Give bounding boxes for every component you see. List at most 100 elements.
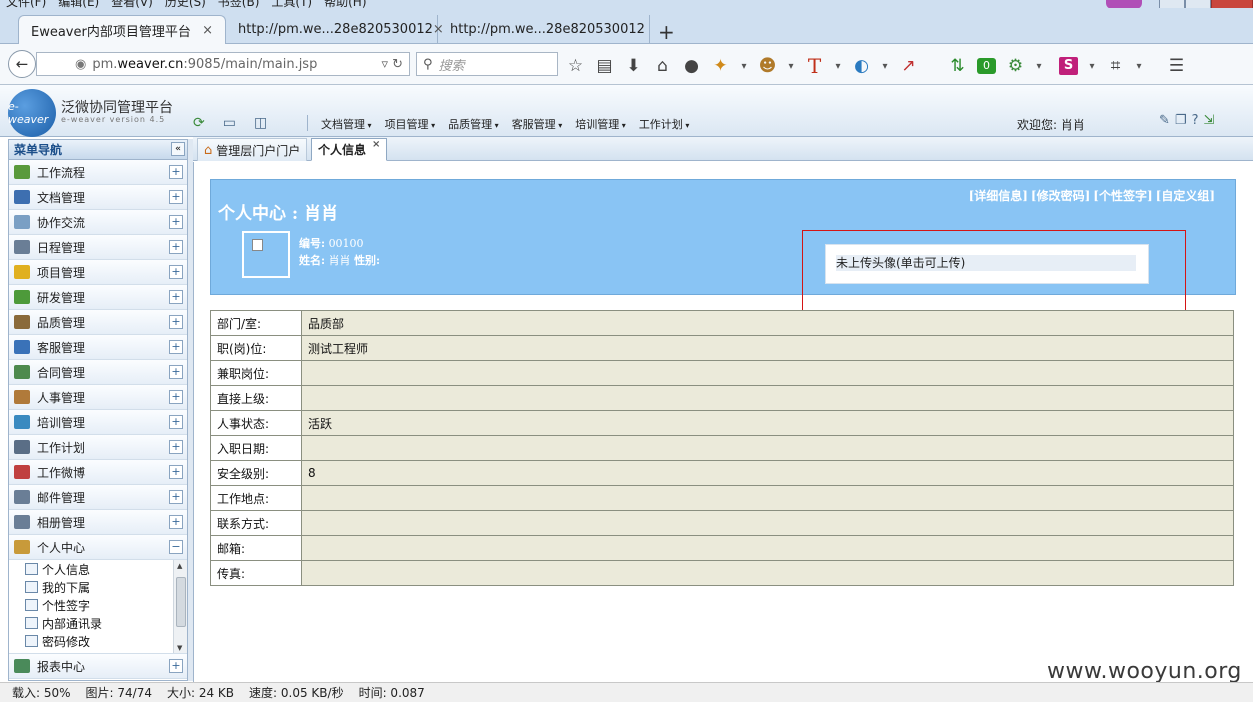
sync-arrows-icon[interactable]: ⇅ [948, 56, 967, 76]
sidebar-item[interactable]: 工作微博 + [9, 460, 187, 485]
top-menu-item[interactable]: 文档管理 [321, 116, 372, 132]
scroll-down-icon[interactable]: ▼ [177, 644, 182, 652]
submenu-scrollbar[interactable]: ▲ ▼ [173, 560, 187, 653]
dropdown-icon[interactable]: ▾ [740, 61, 748, 72]
sidebar-item[interactable]: 合同管理 + [9, 360, 187, 385]
expand-icon[interactable]: + [169, 415, 183, 429]
top-menu-item[interactable]: 客服管理 [512, 116, 563, 132]
expand-icon[interactable]: + [169, 165, 183, 179]
top-menu-item[interactable]: 工作计划 [639, 116, 690, 132]
dropdown-icon[interactable]: ▾ [1035, 61, 1043, 72]
tab-portal[interactable]: ⌂ 管理层门户门户 [197, 138, 308, 161]
bookmark-star-icon[interactable]: ☆ [566, 56, 585, 76]
expand-icon[interactable]: + [169, 340, 183, 354]
close-tab-icon[interactable]: × [372, 139, 380, 150]
sidebar-item[interactable]: 工作计划 + [9, 435, 187, 460]
url-bar[interactable]: ◉ pm. weaver.cn:9085/main/main.jsp ▿ ↻ [36, 52, 410, 76]
ie-tab-icon[interactable]: ◐ [852, 56, 871, 76]
sidebar-item[interactable]: 文档管理 + [9, 185, 187, 210]
addon-icon[interactable]: ✦ [711, 56, 730, 76]
expand-icon[interactable]: + [169, 390, 183, 404]
browser-tab-2[interactable]: http://pm.we...28e820530012 × [226, 15, 444, 44]
collapse-icon[interactable]: − [169, 540, 183, 554]
window-icon[interactable]: ❐ [1175, 113, 1187, 128]
expand-icon[interactable]: + [169, 215, 183, 229]
s-addon-icon[interactable]: S [1059, 57, 1078, 75]
profile-link[interactable]: [个性签字] [1093, 187, 1152, 204]
submenu-item[interactable]: 密码修改 [9, 632, 187, 650]
search-input[interactable]: ⚲ 搜索 [416, 52, 558, 76]
browser-tab-3[interactable]: http://pm.we...28e820530012 [438, 15, 650, 44]
avatar[interactable] [242, 231, 290, 278]
submenu-item[interactable]: 个人信息 [9, 560, 187, 578]
layout-top-icon[interactable]: ▭ [223, 115, 236, 131]
dropdown-icon[interactable]: ▾ [1088, 61, 1096, 72]
close-tab-icon[interactable]: × [202, 23, 213, 38]
help-icon[interactable]: ? [1192, 113, 1199, 128]
sidebar-item[interactable]: 品质管理 + [9, 310, 187, 335]
expand-icon[interactable]: + [169, 659, 183, 673]
expand-icon[interactable]: + [169, 265, 183, 279]
top-menu-item[interactable]: 培训管理 [575, 116, 626, 132]
hamburger-menu-icon[interactable]: ☰ [1167, 56, 1186, 76]
dropdown-icon[interactable]: ▾ [1135, 61, 1143, 72]
download-icon[interactable]: ⬇ [624, 56, 643, 76]
sidebar-item[interactable]: 日程管理 + [9, 235, 187, 260]
back-button[interactable]: ← [8, 50, 36, 78]
menubar-item[interactable]: 查看(V) [111, 0, 153, 8]
sidebar-item[interactable]: 培训管理 + [9, 410, 187, 435]
gear-addon-icon[interactable]: ⚙ [1006, 56, 1025, 76]
expand-icon[interactable]: + [169, 490, 183, 504]
expand-icon[interactable]: + [169, 315, 183, 329]
dropdown-icon[interactable]: ▾ [881, 61, 889, 72]
top-menu-item[interactable]: 品质管理 [448, 116, 499, 132]
reload-icon[interactable]: ▿ ↻ [381, 57, 403, 72]
menubar-item[interactable]: 书签(B) [218, 0, 260, 8]
top-menu-item[interactable]: 项目管理 [385, 116, 436, 132]
expand-icon[interactable]: + [169, 465, 183, 479]
font-t-icon[interactable]: T [805, 54, 824, 78]
expand-icon[interactable]: + [169, 440, 183, 454]
chat-icon[interactable]: ● [682, 56, 701, 76]
collapse-sidebar-button[interactable]: « [171, 142, 185, 156]
scroll-up-icon[interactable]: ▲ [177, 562, 182, 570]
sidebar-item-reports[interactable]: 报表中心 + [9, 654, 187, 679]
expand-icon[interactable]: + [169, 190, 183, 204]
expand-icon[interactable]: + [169, 240, 183, 254]
sidebar-item[interactable]: 协作交流 + [9, 210, 187, 235]
sidebar-item[interactable]: 邮件管理 + [9, 485, 187, 510]
menubar-item[interactable]: 编辑(E) [58, 0, 99, 8]
sidebar-item[interactable]: 客服管理 + [9, 335, 187, 360]
expand-icon[interactable]: + [169, 515, 183, 529]
reading-list-icon[interactable]: ▤ [595, 56, 614, 76]
counter-badge-icon[interactable]: 0 [977, 58, 996, 74]
tab-personal-info[interactable]: 个人信息 × [311, 138, 388, 161]
layout-split-icon[interactable]: ◫ [254, 115, 267, 131]
scroll-thumb[interactable] [176, 577, 186, 627]
monkey-icon[interactable]: ☻ [758, 56, 777, 76]
refresh-icon[interactable]: ⟳ [193, 115, 205, 131]
home-icon[interactable]: ⌂ [653, 56, 672, 76]
menubar-item[interactable]: 历史(S) [165, 0, 206, 8]
sidebar-item[interactable]: 人事管理 + [9, 385, 187, 410]
submenu-item[interactable]: 个性签字 [9, 596, 187, 614]
submenu-item[interactable]: 内部通讯录 [9, 614, 187, 632]
profile-link[interactable]: [自定义组] [1156, 187, 1215, 204]
submenu-item[interactable]: 我的下属 [9, 578, 187, 596]
menubar-item[interactable]: 帮助(H) [324, 0, 366, 8]
logout-icon[interactable]: ⇲ [1203, 113, 1214, 128]
dropdown-icon[interactable]: ▾ [787, 61, 795, 72]
profile-link[interactable]: [修改密码] [1031, 187, 1090, 204]
chart-icon[interactable]: ↗ [899, 56, 918, 76]
browser-tab-eweaver[interactable]: Eweaver内部项目管理平台 × [18, 15, 226, 44]
sidebar-item[interactable]: 工作流程 + [9, 160, 187, 185]
crop-icon[interactable]: ⌗ [1106, 56, 1125, 76]
expand-icon[interactable]: + [169, 290, 183, 304]
sidebar-item[interactable]: 相册管理 + [9, 510, 187, 535]
sidebar-item[interactable]: 研发管理 + [9, 285, 187, 310]
menubar-item[interactable]: 工具(T) [271, 0, 312, 8]
sidebar-item[interactable]: 项目管理 + [9, 260, 187, 285]
dropdown-icon[interactable]: ▾ [834, 61, 842, 72]
menubar-item[interactable]: 文件(F) [6, 0, 46, 8]
sidebar-item-personal-center[interactable]: 个人中心 − [9, 535, 187, 560]
